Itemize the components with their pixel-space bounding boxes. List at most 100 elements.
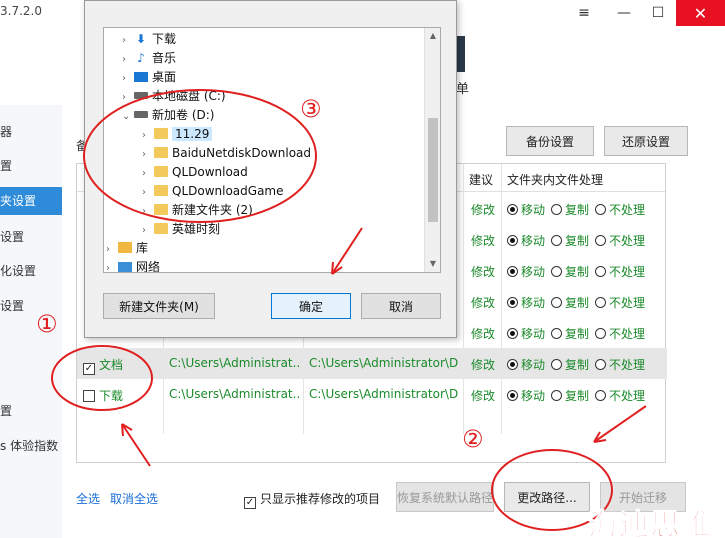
cancel-button[interactable]: 取消 bbox=[361, 293, 441, 319]
tree-node[interactable]: › 英雄时刻 bbox=[142, 220, 220, 239]
row-options: 移动 复制 不处理 bbox=[507, 263, 651, 280]
sidebar-item-experience-index[interactable]: s 体验指数 bbox=[0, 432, 62, 460]
radio-none[interactable] bbox=[595, 390, 607, 401]
sidebar-item[interactable]: 置 bbox=[0, 152, 62, 180]
tree-node-label: 库 bbox=[136, 241, 149, 255]
radio-move[interactable] bbox=[507, 297, 518, 308]
expand-chevron-icon[interactable]: › bbox=[106, 259, 118, 272]
scroll-down-icon[interactable]: ▼ bbox=[425, 256, 440, 272]
new-folder-button[interactable]: 新建文件夹(M) bbox=[103, 293, 215, 319]
toolbar-label: 单 bbox=[456, 82, 470, 97]
row-name[interactable]: 下载 bbox=[83, 387, 123, 404]
option-move-label: 移动 bbox=[521, 203, 546, 217]
row-options: 移动 复制 不处理 bbox=[507, 356, 651, 373]
expand-chevron-icon[interactable]: › bbox=[122, 31, 134, 50]
radio-none[interactable] bbox=[595, 266, 607, 277]
ok-button[interactable]: 确定 bbox=[271, 293, 351, 319]
only-recommended-checkbox[interactable]: ✓ 只显示推荐修改的项目 bbox=[244, 490, 380, 509]
radio-copy[interactable] bbox=[551, 390, 563, 401]
tree-node[interactable]: ⌄ 新加卷 (D:) bbox=[122, 106, 214, 125]
expand-chevron-icon[interactable]: › bbox=[122, 69, 134, 88]
change-path-button[interactable]: 更改路径... bbox=[504, 482, 590, 512]
expand-chevron-icon[interactable]: › bbox=[142, 183, 154, 202]
desktop-icon bbox=[134, 72, 148, 82]
tree-node[interactable]: › 库 bbox=[106, 239, 148, 258]
tree-scrollbar[interactable]: ▲ ▼ bbox=[424, 28, 440, 272]
row-options: 移动 复制 不处理 bbox=[507, 232, 651, 249]
sidebar-item[interactable]: 化设置 bbox=[0, 257, 62, 285]
tree-node-label: 本地磁盘 (C:) bbox=[152, 89, 226, 103]
expand-chevron-icon[interactable]: ⌄ bbox=[122, 107, 134, 126]
radio-move[interactable] bbox=[507, 328, 518, 339]
deselect-all-link[interactable]: 取消全选 bbox=[110, 490, 158, 507]
radio-copy[interactable] bbox=[551, 328, 563, 339]
radio-none[interactable] bbox=[595, 235, 607, 246]
row-path-to: C:\Users\Administrator\D... bbox=[309, 356, 459, 370]
tree-node[interactable]: › 新建文件夹 (2) bbox=[142, 201, 253, 220]
backup-settings-button[interactable]: 备份设置 bbox=[506, 126, 594, 156]
tree-node[interactable]: › 本地磁盘 (C:) bbox=[122, 87, 226, 106]
radio-copy[interactable] bbox=[551, 204, 563, 215]
radio-copy[interactable] bbox=[551, 359, 563, 370]
radio-move[interactable] bbox=[507, 266, 518, 277]
tree-node[interactable]: › ♪ 音乐 bbox=[122, 49, 176, 68]
expand-chevron-icon[interactable]: › bbox=[122, 50, 134, 69]
radio-move[interactable] bbox=[507, 204, 518, 215]
tree-node[interactable]: › BaiduNetdiskDownload bbox=[142, 144, 311, 163]
tree-node[interactable]: › 网络 bbox=[106, 258, 160, 272]
close-icon[interactable]: ✕ bbox=[676, 0, 725, 26]
row-checkbox[interactable] bbox=[83, 390, 95, 402]
select-all-link[interactable]: 全选 bbox=[76, 490, 100, 507]
option-none-label: 不处理 bbox=[609, 389, 646, 403]
sidebar-item[interactable]: 设置 bbox=[0, 223, 62, 251]
tree-node-label: BaiduNetdiskDownload bbox=[172, 146, 312, 160]
row-checkbox[interactable]: ✓ bbox=[83, 363, 95, 375]
radio-none[interactable] bbox=[595, 204, 607, 215]
row-options: 移动 复制 不处理 bbox=[507, 325, 651, 342]
table-row[interactable]: 下载 C:\Users\Administrat... C:\Users\Admini… bbox=[77, 379, 667, 410]
restore-default-path-button[interactable]: 恢复系统默认路径 bbox=[396, 482, 494, 512]
tree-node[interactable]: › 桌面 bbox=[122, 68, 176, 87]
expand-chevron-icon[interactable]: › bbox=[106, 240, 118, 259]
expand-chevron-icon[interactable]: › bbox=[142, 164, 154, 183]
maximize-icon[interactable]: ☐ bbox=[640, 0, 676, 26]
scroll-thumb[interactable] bbox=[428, 118, 438, 222]
option-move-label: 移动 bbox=[521, 358, 546, 372]
scroll-up-icon[interactable]: ▲ bbox=[425, 28, 440, 44]
step-marker-3: ③ bbox=[300, 95, 322, 123]
radio-move[interactable] bbox=[507, 390, 518, 401]
radio-move[interactable] bbox=[507, 359, 518, 370]
menu-icon[interactable]: ≡ bbox=[566, 0, 602, 26]
restore-settings-button[interactable]: 还原设置 bbox=[604, 126, 688, 156]
sidebar-item[interactable]: 置 bbox=[0, 397, 62, 425]
expand-chevron-icon[interactable]: › bbox=[142, 145, 154, 164]
row-options: 移动 复制 不处理 bbox=[507, 387, 651, 404]
row-name[interactable]: ✓ 文档 bbox=[83, 356, 123, 375]
row-options: 移动 复制 不处理 bbox=[507, 201, 651, 218]
radio-none[interactable] bbox=[595, 328, 607, 339]
tree-node[interactable]: › ⬇ 下载 bbox=[122, 30, 176, 49]
radio-copy[interactable] bbox=[551, 266, 563, 277]
download-icon: ⬇ bbox=[135, 32, 147, 46]
tree-node[interactable]: › 11.29 bbox=[142, 125, 213, 145]
minimize-icon[interactable]: — bbox=[606, 0, 642, 26]
radio-copy[interactable] bbox=[551, 297, 563, 308]
expand-chevron-icon[interactable]: › bbox=[142, 126, 154, 145]
radio-copy[interactable] bbox=[551, 235, 563, 246]
folder-tree[interactable]: › ⬇ 下载 › ♪ 音乐 › 桌面 › 本地磁盘 (C:) ⌄ 新加卷 (D:) › 11.29 › Bai… bbox=[103, 27, 441, 273]
tree-node[interactable]: › QLDownloadGame bbox=[142, 182, 284, 201]
expand-chevron-icon[interactable]: › bbox=[142, 202, 154, 221]
folder-icon bbox=[154, 204, 168, 215]
radio-none[interactable] bbox=[595, 297, 607, 308]
radio-move[interactable] bbox=[507, 235, 518, 246]
checkbox-icon[interactable]: ✓ bbox=[244, 497, 256, 509]
folder-icon bbox=[154, 147, 168, 158]
expand-chevron-icon[interactable]: › bbox=[142, 221, 154, 240]
table-row[interactable]: ✓ 文档 C:\Users\Administrat... C:\Users\Admin… bbox=[77, 348, 667, 379]
sidebar-item-folder-settings[interactable]: 夹设置 bbox=[0, 187, 62, 215]
tree-node[interactable]: › QLDownload bbox=[142, 163, 248, 182]
expand-chevron-icon[interactable]: › bbox=[122, 88, 134, 107]
sidebar-item[interactable]: 器 bbox=[0, 118, 62, 146]
app-version: 3.7.2.0 bbox=[0, 4, 42, 18]
radio-none[interactable] bbox=[595, 359, 607, 370]
